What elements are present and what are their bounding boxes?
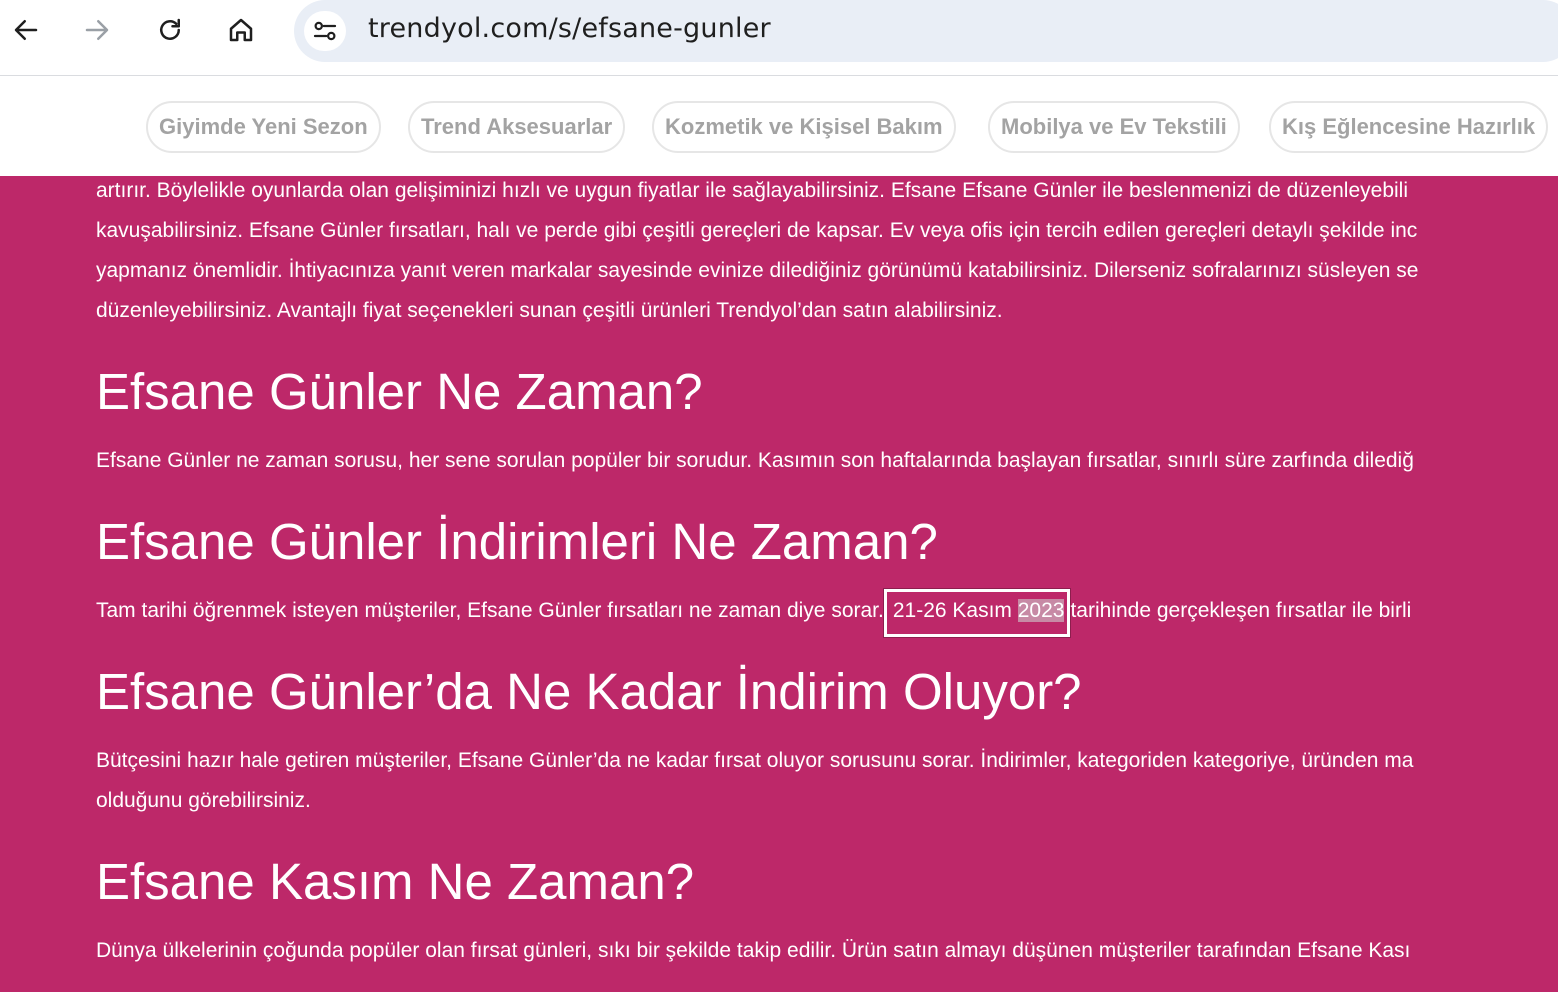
- heading-ne-kadar-indirim: Efsane Günler’da Ne Kadar İndirim Oluyor…: [96, 663, 1082, 720]
- browser-toolbar: trendyol.com/s/efsane-gunler: [0, 0, 1558, 76]
- section1-text: Efsane Günler ne zaman sorusu, her sene …: [96, 449, 1414, 472]
- chip-mobilya-ve-ev-tekstili[interactable]: Mobilya ve Ev Tekstili: [988, 101, 1240, 153]
- arrow-left-icon: [14, 20, 38, 40]
- heading-efsane-kasim-ne-zaman: Efsane Kasım Ne Zaman?: [96, 853, 695, 910]
- back-button[interactable]: [8, 12, 44, 48]
- chip-trend-aksesuarlar[interactable]: Trend Aksesuarlar: [408, 101, 626, 153]
- section2-text-after: tarihinde gerçekleşen fırsatlar ile birl…: [1070, 599, 1412, 622]
- date-highlight-box: 21-26 Kasım 2023: [883, 589, 1071, 637]
- chip-kozmetik-ve-kisisel-bakim[interactable]: Kozmetik ve Kişisel Bakım: [652, 101, 956, 153]
- chip-kis-eglencesine-hazirlik[interactable]: Kış Eğlencesine Hazırlık: [1269, 101, 1549, 153]
- home-button[interactable]: [223, 12, 259, 48]
- category-chip-bar: Giyimde Yeni Sezon Trend Aksesuarlar Koz…: [0, 77, 1558, 176]
- intro-text-line: artırır. Böylelikle oyunlarda olan geliş…: [96, 179, 1408, 202]
- intro-text-line: kavuşabilirsiniz. Efsane Günler fırsatla…: [96, 219, 1418, 242]
- intro-text-line: düzenleyebilirsiniz. Avantajlı fiyat seç…: [96, 299, 1003, 322]
- intro-text-line: yapmanız önemlidir. İhtiyacınıza yanıt v…: [96, 259, 1419, 282]
- section3-text-line: Bütçesini hazır hale getiren müşteriler,…: [96, 749, 1414, 772]
- home-icon: [229, 18, 253, 42]
- section2-text: Tam tarihi öğrenmek isteyen müşteriler, …: [96, 589, 1412, 637]
- date-year-selected: 2023: [1017, 599, 1065, 622]
- reload-button[interactable]: [152, 12, 188, 48]
- forward-button[interactable]: [79, 12, 115, 48]
- date-days: 21-26 Kasım: [892, 599, 1012, 622]
- seo-content-section: artırır. Böylelikle oyunlarda olan geliş…: [0, 176, 1558, 992]
- address-bar[interactable]: trendyol.com/s/efsane-gunler: [294, 0, 1558, 62]
- arrow-right-icon: [85, 20, 109, 40]
- url-text[interactable]: trendyol.com/s/efsane-gunler: [368, 13, 771, 44]
- site-info-button[interactable]: [304, 11, 346, 51]
- section2-text-before: Tam tarihi öğrenmek isteyen müşteriler, …: [96, 599, 884, 622]
- heading-indirimleri-ne-zaman: Efsane Günler İndirimleri Ne Zaman?: [96, 513, 938, 570]
- reload-icon: [160, 18, 180, 40]
- chip-giyimde-yeni-sezon[interactable]: Giyimde Yeni Sezon: [146, 101, 381, 153]
- section3-text-line: olduğunu görebilirsiniz.: [96, 789, 311, 812]
- tune-icon: [313, 21, 337, 41]
- section4-text: Dünya ülkelerinin çoğunda popüler olan f…: [96, 939, 1411, 962]
- heading-efsane-gunler-ne-zaman: Efsane Günler Ne Zaman?: [96, 363, 703, 420]
